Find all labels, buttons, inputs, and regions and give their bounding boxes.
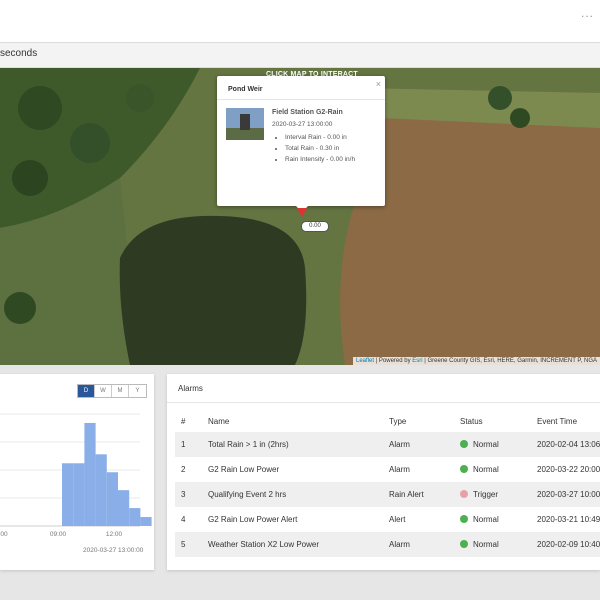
alarm-event-time: 2020-03-27 10:00 <box>537 490 600 499</box>
popup-timestamp: 2020-03-27 13:00:00 <box>272 121 333 128</box>
alarm-status-cell: Normal <box>454 532 531 557</box>
alarm-row[interactable]: 3 Qualifying Event 2 hrs Rain Alert Trigger… <box>175 482 600 507</box>
status-dot-icon <box>460 465 468 473</box>
alarm-status-cell: Trigger <box>454 482 531 507</box>
map-marker-icon[interactable] <box>297 208 307 218</box>
alarm-event-time: 2020-02-04 13:06 <box>537 440 600 449</box>
x-tick-label: 00 <box>0 531 8 538</box>
alarm-status: Trigger <box>473 490 499 499</box>
rain-bar[interactable] <box>95 454 107 526</box>
alarms-card: Alarms # Name Type Status Event Time 1 To… <box>167 374 600 570</box>
top-header: ... <box>0 0 600 43</box>
alarm-event-time: 2020-03-21 10:49 <box>537 515 600 524</box>
alarm-type: Alarm <box>389 465 410 474</box>
rain-bar[interactable] <box>129 508 141 526</box>
alarm-name: Weather Station X2 Low Power <box>208 540 320 549</box>
marker-value-badge: 0.00 <box>301 221 329 232</box>
refresh-bar: seconds <box>0 43 600 68</box>
alarm-row[interactable]: 5 Weather Station X2 Low Power Alarm Normal… <box>175 532 600 557</box>
reading-rain-intensity: Rain Intensity - 0.00 in/h <box>285 154 355 165</box>
rain-bar[interactable] <box>118 490 130 526</box>
col-status[interactable]: Status <box>454 411 531 432</box>
reading-interval-rain: Interval Rain - 0.00 in <box>285 132 355 143</box>
alarm-status-cell: Normal <box>454 457 531 482</box>
rain-bar[interactable] <box>106 472 118 526</box>
col-event-time[interactable]: Event Time <box>531 411 600 432</box>
alarms-header-row: # Name Type Status Event Time <box>175 411 600 432</box>
x-tick-label: 09:00 <box>50 531 67 538</box>
alarm-status: Normal <box>473 465 499 474</box>
alarm-type: Alarm <box>389 540 410 549</box>
alarm-number: 3 <box>181 490 186 499</box>
alarm-number: 5 <box>181 540 186 549</box>
alarm-type: Alert <box>389 515 406 524</box>
alarm-status-cell: Normal <box>454 432 531 457</box>
col-type[interactable]: Type <box>383 411 454 432</box>
alarm-event-time: 2020-03-22 20:00 <box>537 465 600 474</box>
more-menu-icon[interactable]: ... <box>581 6 594 20</box>
alarm-name: G2 Rain Low Power Alert <box>208 515 298 524</box>
map-attribution: Leaflet | Powered by Esri | Greene Count… <box>353 357 600 365</box>
attribution-sources: | Greene County GIS, Esri, HERE, Garmin,… <box>422 358 597 364</box>
alarm-type: Rain Alert <box>389 490 424 499</box>
rain-bar[interactable] <box>62 463 74 526</box>
station-photo <box>226 108 264 140</box>
alarms-title: Alarms <box>178 384 203 393</box>
alarm-status-cell: Normal <box>454 507 531 532</box>
alarm-name: Total Rain > 1 in (2hrs) <box>208 440 289 449</box>
alarm-number: 2 <box>181 465 186 474</box>
status-dot-icon <box>460 440 468 448</box>
rain-bar-chart: 00 09:00 12:00 <box>0 413 152 538</box>
alarm-number: 4 <box>181 515 186 524</box>
alarms-divider <box>167 402 600 403</box>
x-tick-label: 12:00 <box>106 531 123 538</box>
map-popup: Pond Weir × Field Station G2-Rain 2020-0… <box>217 76 385 206</box>
alarm-status: Normal <box>473 440 499 449</box>
station-name[interactable]: Field Station G2-Rain <box>272 109 343 116</box>
rain-bar[interactable] <box>140 517 152 526</box>
alarm-name: Qualifying Event 2 hrs <box>208 490 287 499</box>
chart-timestamp: 2020-03-27 13:00:00 <box>83 547 144 554</box>
rain-bar[interactable] <box>73 463 85 526</box>
rain-chart-card: D W M Y 00 09:00 12:00 2020-03-27 13:00:00 <box>0 374 154 570</box>
alarm-event-time: 2020-02-09 10:40 <box>537 540 600 549</box>
status-dot-icon <box>460 490 468 498</box>
refresh-interval-label: seconds <box>0 48 38 59</box>
esri-link[interactable]: Esri <box>412 358 422 364</box>
reading-total-rain: Total Rain - 0.30 in <box>285 143 355 154</box>
alarm-number: 1 <box>181 440 186 449</box>
alarms-table: # Name Type Status Event Time 1 Total Rai… <box>175 411 600 557</box>
popup-divider <box>217 99 385 100</box>
popup-close-icon[interactable]: × <box>376 79 381 89</box>
alarm-row[interactable]: 4 G2 Rain Low Power Alert Alert Normal 2020-… <box>175 507 600 532</box>
col-name[interactable]: Name <box>202 411 383 432</box>
alarm-row[interactable]: 2 G2 Rain Low Power Alarm Normal 2020-03-22 … <box>175 457 600 482</box>
leaflet-link[interactable]: Leaflet <box>356 358 374 364</box>
status-dot-icon <box>460 540 468 548</box>
popup-title: Pond Weir <box>228 86 263 93</box>
alarm-row[interactable]: 1 Total Rain > 1 in (2hrs) Alarm Normal 2020… <box>175 432 600 457</box>
attribution-separator: | Powered by <box>374 358 413 364</box>
alarm-name: G2 Rain Low Power <box>208 465 280 474</box>
col-number[interactable]: # <box>175 411 202 432</box>
rain-bar[interactable] <box>84 422 96 526</box>
alarm-status: Normal <box>473 540 499 549</box>
reading-list: Interval Rain - 0.00 in Total Rain - 0.3… <box>285 132 355 165</box>
status-dot-icon <box>460 515 468 523</box>
alarm-status: Normal <box>473 515 499 524</box>
map-view[interactable]: CLICK MAP TO INTERACT Pond Weir × Field … <box>0 68 600 365</box>
alarm-type: Alarm <box>389 440 410 449</box>
